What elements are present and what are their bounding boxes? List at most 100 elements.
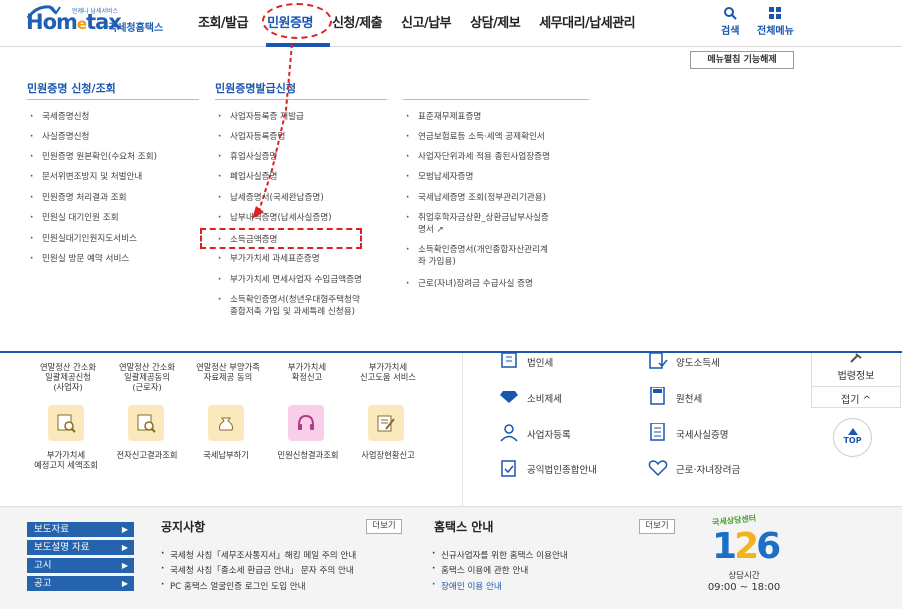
menu-item[interactable]: 취업후학자금상환_상환금납부사실증 <box>406 212 549 224</box>
business-status-tile[interactable] <box>368 405 404 441</box>
menu-item[interactable]: 휴업사실증명 <box>218 151 278 163</box>
menu-item[interactable]: 소득확인증명서(청년우대형주택청약 <box>218 294 360 306</box>
nav-item-tax-agent[interactable]: 세무대리/납세관리 <box>539 12 635 31</box>
e-filing-result-label[interactable]: 전자신고결과조회 <box>104 450 190 460</box>
all-menu-button[interactable]: 전체메뉴 <box>757 6 794 37</box>
business-status-label[interactable]: 사업장현황신고 <box>346 450 430 460</box>
col1-title[interactable]: 민원증명 신청/조회 <box>27 80 116 96</box>
notice-title: 공지사항 <box>161 520 206 534</box>
call-center-hours: 09:00 ~ 18:00 <box>707 582 781 593</box>
clipboard-icon <box>501 460 516 477</box>
col3-divider <box>403 99 589 100</box>
col2-title[interactable]: 민원증명발급신청 <box>215 80 296 96</box>
guide-more-button[interactable]: 더보기 <box>639 519 675 534</box>
menu-item[interactable]: 민원증명 처리결과 조회 <box>30 192 126 204</box>
menu-item[interactable]: 민원증명 원본확인(수요처 조회) <box>30 151 157 163</box>
person-icon <box>500 424 518 442</box>
vat-final-return-link[interactable]: 부가가치세 확정신고 <box>270 362 344 382</box>
nav-item-application[interactable]: 신청/제출 <box>332 12 383 31</box>
tax-item-public-corporation[interactable]: 공익법인종합안내 <box>527 462 597 476</box>
search-button[interactable]: 검색 <box>721 6 739 37</box>
guide-title: 홈택스 안내 <box>434 520 494 534</box>
menu-item[interactable]: 부가가치세 면세사업자 수입금액증명 <box>218 274 362 286</box>
headset-icon <box>298 414 314 430</box>
yearend-employee-link[interactable]: 연말정산 간소화 일괄제공동의 (근로자) <box>107 362 187 392</box>
menu-item[interactable]: 폐업사실증명 <box>218 171 278 183</box>
call-center-number: 126 <box>712 526 781 567</box>
vat-help-service-link[interactable]: 부가가치세 신고도움 서비스 <box>346 362 430 382</box>
vat-estimate-tile[interactable] <box>48 405 84 441</box>
menu-item[interactable]: 납부내역증명(납세사실증명) <box>218 212 332 224</box>
yearend-provider-link[interactable]: 연말정산 간소화 일괄제공신청 (사업자) <box>28 362 108 392</box>
tax-payment-tile[interactable] <box>208 405 244 441</box>
tax-item-corporate[interactable]: 법인세 <box>527 355 553 369</box>
global-header: 언제나 납세서비스 Hometax 국세청홈택스 조회/발급 민원증명 신청/제… <box>0 0 902 47</box>
logo-wordmark: Hometax <box>26 10 122 34</box>
menu-item[interactable]: 사업자단위과세 적용 종된사업장증명 <box>406 151 550 163</box>
external-link-icon: ↗ <box>433 225 444 235</box>
menu-item[interactable]: 사실증명신청 <box>30 131 90 143</box>
menu-item[interactable]: 민원실 대기인원 조회 <box>30 212 119 224</box>
nav-active-indicator <box>266 43 330 47</box>
guide-item-accessibility[interactable]: 장애인 이용 안내 <box>432 580 502 592</box>
menu-item[interactable]: 소득확인증명서(개인종합자산관리계 <box>406 244 548 256</box>
notice-item[interactable]: 국세청 사칭「세무조사통지서」해킹 메일 주의 안내 <box>161 549 356 561</box>
document-search-icon <box>57 414 76 433</box>
civil-result-label[interactable]: 민원신청결과조회 <box>266 450 350 460</box>
document-check-icon <box>649 353 668 369</box>
tax-item-earned-income-credit[interactable]: 근로·자녀장려금 <box>676 462 740 476</box>
guide-item[interactable]: 신규사업자를 위한 홈택스 이용안내 <box>432 549 568 561</box>
notice-more-button[interactable]: 더보기 <box>366 519 402 534</box>
notice-item[interactable]: PC 홈택스 얼굴인증 로그인 도입 안내 <box>161 580 306 592</box>
menu-item[interactable]: 민원실 방문 예약 서비스 <box>30 253 129 265</box>
arrow-right-icon: ▶ <box>121 543 128 552</box>
quick-link-press[interactable]: 보도자료 ▶ <box>27 522 134 537</box>
notice-item[interactable]: 국세청 사칭「종소세 환급금 안내」 문자 주의 안내 <box>161 564 354 576</box>
tax-item-fact-certificate[interactable]: 국세사실증명 <box>676 427 728 441</box>
menu-item[interactable]: 연금보험료등 소득·세액 공제확인서 <box>406 131 545 143</box>
vat-estimate-label[interactable]: 부가가치세 예정고지 세액조회 <box>22 450 110 470</box>
menu-item[interactable]: 부가가치세 과세표준증명 <box>218 253 320 265</box>
tax-item-consumption[interactable]: 소비제세 <box>527 391 562 405</box>
menu-item[interactable]: 사업자등록증명 <box>218 131 285 143</box>
nav-item-consulting[interactable]: 상담/제보 <box>470 12 521 31</box>
tax-item-withholding[interactable]: 원천세 <box>676 391 702 405</box>
dependent-consent-link[interactable]: 연말정산 부양가족 자료제공 동의 <box>186 362 270 382</box>
menu-item[interactable]: 국세증명신청 <box>30 111 90 123</box>
menu-item[interactable]: 사업자등록증 재발급 <box>218 111 304 123</box>
menu-bottom-divider <box>0 351 902 353</box>
scroll-top-button[interactable]: TOP <box>833 418 872 457</box>
quick-link-notification[interactable]: 고시 ▶ <box>27 558 134 573</box>
guide-item[interactable]: 홈택스 이용에 관한 안내 <box>432 564 528 576</box>
menu-item[interactable]: 문서위변조방지 및 처벌안내 <box>30 171 142 183</box>
menu-item[interactable]: 표준재무제표증명 <box>406 111 481 123</box>
quick-link-announcement[interactable]: 공고 ▶ <box>27 576 134 591</box>
menu-item-continuation[interactable]: 좌 가입용) <box>418 256 456 268</box>
civil-result-tile[interactable] <box>288 405 324 441</box>
law-info-link[interactable]: 법령정보 <box>812 367 900 382</box>
tax-item-transfer[interactable]: 양도소득세 <box>676 355 720 369</box>
nav-item-inquiry[interactable]: 조회/발급 <box>198 12 249 31</box>
menu-item[interactable]: 근로(자녀)장려금 수급사실 증명 <box>406 278 533 290</box>
menu-item-continuation[interactable]: 종합저축 가입 및 과세특례 신청용) <box>230 306 355 318</box>
nav-item-filing[interactable]: 신고/납부 <box>401 12 452 31</box>
menu-item[interactable]: 납세증명서(국세완납증명) <box>218 192 324 204</box>
building-icon <box>501 353 517 368</box>
menu-expand-toggle-button[interactable]: 메뉴펼침 기능해제 <box>690 51 794 69</box>
gavel-icon <box>850 353 862 363</box>
side-quick-panel: 법령정보 접기 ^ <box>811 353 901 408</box>
fold-button[interactable]: 접기 ^ <box>812 386 900 406</box>
call-center-banner[interactable]: 국세상담센터 126 상담시간 09:00 ~ 18:00 <box>704 512 800 602</box>
certificate-icon <box>650 423 665 441</box>
menu-item-continuation[interactable]: 명서 ↗ <box>418 224 444 236</box>
tax-payment-label[interactable]: 국세납부하기 <box>186 450 266 460</box>
tax-item-business-registration[interactable]: 사업자등록 <box>527 427 571 441</box>
quick-link-press-explanation[interactable]: 보도설명 자료 ▶ <box>27 540 134 555</box>
e-filing-result-tile[interactable] <box>128 405 164 441</box>
hometax-logo[interactable]: 언제나 납세서비스 Hometax 국세청홈택스 <box>26 4 176 40</box>
menu-item[interactable]: 모범납세자증명 <box>406 171 473 183</box>
menu-item[interactable]: 국세납세증명 조회(정부관리기관용) <box>406 192 546 204</box>
arrow-right-icon: ▶ <box>121 561 128 570</box>
menu-item[interactable]: 민원실대기인원지도서비스 <box>30 233 137 245</box>
document-edit-icon <box>377 415 395 432</box>
